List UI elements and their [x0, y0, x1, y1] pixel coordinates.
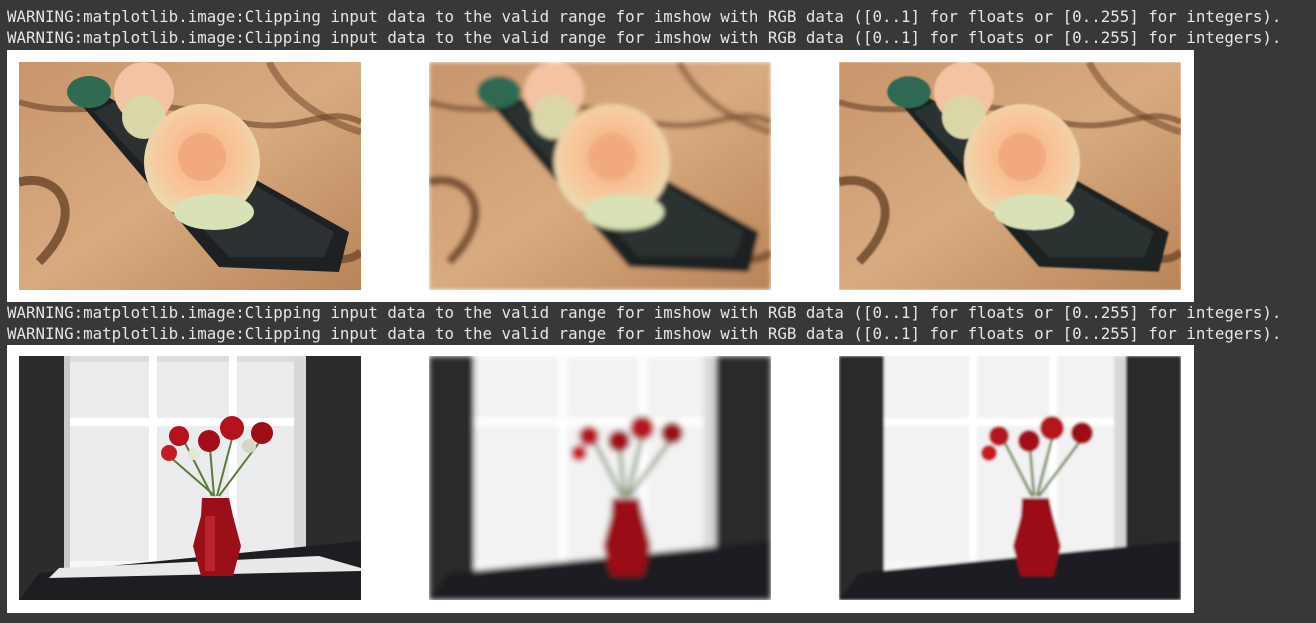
roses-dish-image-restored — [839, 62, 1181, 290]
image-panel-blurred — [429, 356, 771, 600]
roses-dish-image-blurred — [429, 62, 771, 290]
image-panel-blurred — [429, 62, 771, 290]
cell-output: WARNING:matplotlib.image:Clipping input … — [0, 0, 1316, 623]
image-panel-restored — [839, 62, 1181, 290]
roses-window-image-restored — [839, 356, 1181, 600]
figure-roses-dish — [7, 50, 1194, 302]
roses-dish-image — [19, 62, 361, 290]
warning-line: WARNING:matplotlib.image:Clipping input … — [7, 28, 1282, 47]
warning-line: WARNING:matplotlib.image:Clipping input … — [7, 324, 1282, 343]
roses-window-image-blurred — [429, 356, 771, 600]
warning-line: WARNING:matplotlib.image:Clipping input … — [7, 7, 1282, 26]
image-panel-original — [19, 62, 361, 290]
warning-line: WARNING:matplotlib.image:Clipping input … — [7, 303, 1282, 322]
image-panel-original — [19, 356, 361, 600]
figure-roses-window — [7, 345, 1194, 613]
roses-window-image — [19, 356, 361, 600]
image-panel-restored — [839, 356, 1181, 600]
